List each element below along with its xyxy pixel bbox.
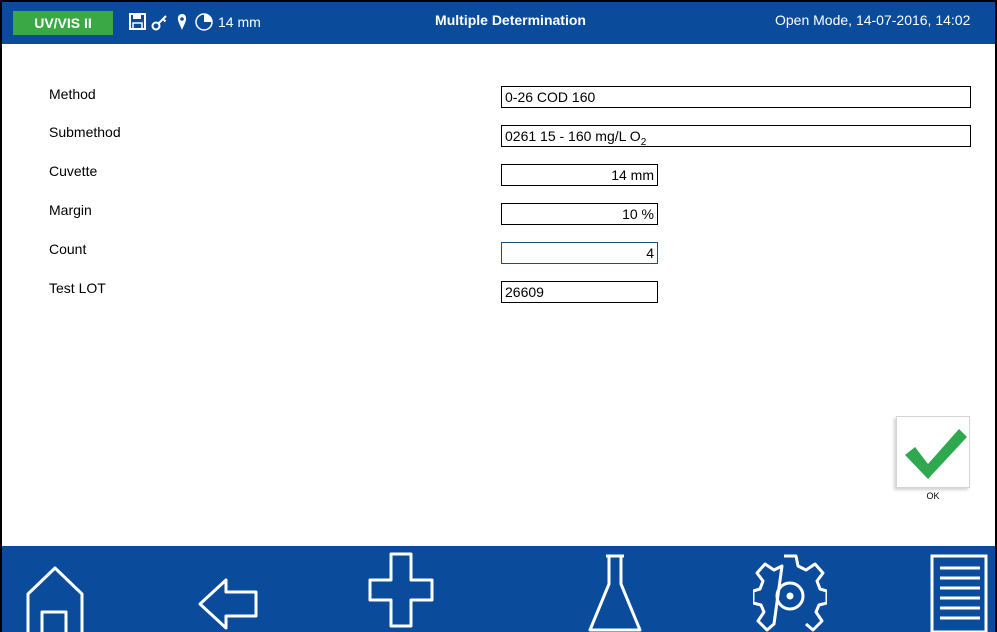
back-button[interactable] <box>196 546 266 632</box>
settings-gear-icon <box>753 554 827 632</box>
key-icon <box>150 12 170 32</box>
submethod-field[interactable]: 0261 15 - 160 mg/L O2 <box>501 125 971 148</box>
add-button[interactable] <box>366 546 436 632</box>
count-label: Count <box>49 241 87 257</box>
measure-button[interactable] <box>580 546 650 632</box>
method-label: Method <box>49 86 96 102</box>
margin-label: Margin <box>49 202 92 218</box>
method-field[interactable]: 0-26 COD 160 <box>501 86 971 108</box>
submethod-subscript: 2 <box>640 136 647 148</box>
cuvette-field[interactable]: 14 mm <box>501 164 658 186</box>
submethod-value: 0261 15 - 160 mg/L O <box>505 128 641 144</box>
margin-field[interactable]: 10 % <box>501 203 658 225</box>
menu-button[interactable] <box>928 546 992 632</box>
checkmark-icon <box>905 429 967 479</box>
status-bar: UV/VIS II 14 mm Multiple Determination O… <box>0 0 997 44</box>
ok-label: OK <box>926 491 940 501</box>
cuvette-label: Cuvette <box>49 163 98 179</box>
cuvette-size: 14 mm <box>218 14 261 30</box>
cuvette-pie-icon <box>194 12 214 32</box>
back-arrow-icon <box>198 578 258 630</box>
settings-button[interactable] <box>753 546 827 632</box>
status-icons: 14 mm <box>128 12 261 32</box>
test-lot-label: Test LOT <box>49 280 106 296</box>
ok-button[interactable] <box>896 416 970 488</box>
test-lot-field[interactable]: 26609 <box>501 281 658 303</box>
plus-icon <box>368 552 434 628</box>
save-icon <box>128 12 148 32</box>
flask-icon <box>588 554 642 632</box>
count-field[interactable]: 4 <box>501 242 658 264</box>
home-icon <box>26 566 84 632</box>
home-button[interactable] <box>20 546 90 632</box>
menu-list-icon <box>930 554 988 632</box>
mode-datetime: Open Mode, 14-07-2016, 14:02 <box>775 12 971 28</box>
device-badge: UV/VIS II <box>13 11 113 35</box>
screen-title-text: Multiple Determination <box>435 12 586 28</box>
submethod-label: Submethod <box>49 124 121 140</box>
location-pin-icon <box>176 12 188 32</box>
bottom-nav-bar <box>0 546 997 632</box>
